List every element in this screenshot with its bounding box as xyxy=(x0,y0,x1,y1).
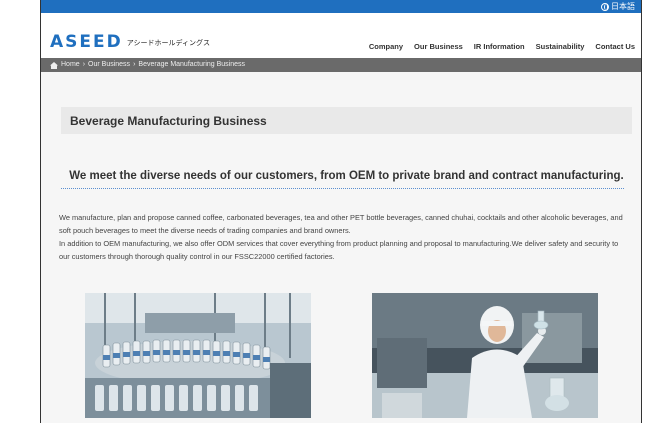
nav-item-sustainability[interactable]: Sustainability xyxy=(536,42,585,51)
bottling-line-illustration xyxy=(85,293,311,418)
home-icon xyxy=(50,61,58,69)
breadcrumb-home[interactable]: Home xyxy=(61,58,80,72)
breadcrumb-current: Beverage Manufacturing Business xyxy=(138,61,246,68)
page-title: Beverage Manufacturing Business xyxy=(70,114,267,128)
site-logo[interactable]: ASEED アシードホールディングス xyxy=(50,34,210,51)
language-switch[interactable]: 日本語 xyxy=(601,1,635,12)
breadcrumb: Home › Our Business › Beverage Manufactu… xyxy=(41,58,641,72)
main-nav: Company Our Business IR Information Sust… xyxy=(369,42,635,51)
nav-item-contact-us[interactable]: Contact Us xyxy=(595,42,635,51)
nav-item-company[interactable]: Company xyxy=(369,42,403,51)
intro-paragraph-2: In addition to OEM manufacturing, we als… xyxy=(59,239,619,261)
lead-heading: We meet the diverse needs of our custome… xyxy=(69,170,624,182)
logo-mark: ASEED xyxy=(50,32,123,52)
factory-bottling-line-image xyxy=(85,293,311,418)
browser-frame: 日本語 ASEED アシードホールディングス Company Our Busin… xyxy=(40,0,642,423)
lead-divider xyxy=(61,188,624,190)
site-header: ASEED アシードホールディングス xyxy=(41,13,641,61)
lab-technician-image xyxy=(372,293,598,418)
breadcrumb-separator: › xyxy=(82,61,86,68)
nav-item-ir-information[interactable]: IR Information xyxy=(474,42,525,51)
intro-text: We manufacture, plan and propose canned … xyxy=(59,211,629,263)
intro-paragraph-1: We manufacture, plan and propose canned … xyxy=(59,213,623,235)
breadcrumb-separator: › xyxy=(133,61,136,68)
globe-icon xyxy=(601,2,609,11)
lab-technician-illustration xyxy=(372,293,598,418)
page-title-box: Beverage Manufacturing Business xyxy=(61,107,632,134)
language-label: 日本語 xyxy=(611,2,635,11)
breadcrumb-our-business[interactable]: Our Business xyxy=(88,58,130,72)
logo-subtitle: アシードホールディングス xyxy=(126,40,210,47)
nav-item-our-business[interactable]: Our Business xyxy=(414,42,463,51)
top-utility-bar: 日本語 xyxy=(41,0,641,13)
